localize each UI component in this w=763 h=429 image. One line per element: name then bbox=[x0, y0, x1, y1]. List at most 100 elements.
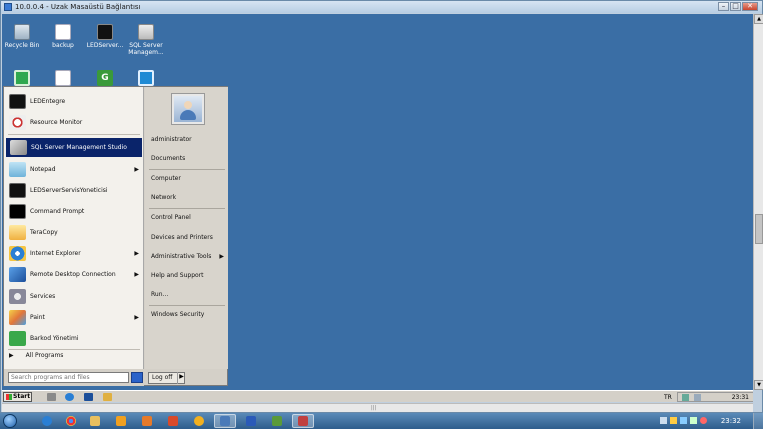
places-item-help-and-support[interactable]: Help and Support bbox=[151, 270, 225, 282]
places-item-windows-security[interactable]: Windows Security bbox=[151, 309, 225, 321]
speaker-muted-icon[interactable] bbox=[700, 417, 707, 424]
places-item-documents[interactable]: Documents bbox=[151, 153, 225, 165]
program-label: Barkod Yönetimi bbox=[30, 335, 79, 342]
program-item-services[interactable]: Services bbox=[6, 287, 142, 306]
program-label: Resource Monitor bbox=[30, 119, 83, 126]
desktop-icon-ledserver[interactable]: LEDServer... bbox=[85, 24, 125, 49]
program-item-command-prompt[interactable]: Command Prompt bbox=[6, 202, 142, 221]
places-item-devices-and-printers[interactable]: Devices and Printers bbox=[151, 232, 225, 244]
taskbar-explorer[interactable] bbox=[84, 414, 106, 428]
user-body-icon bbox=[180, 110, 196, 120]
tray-arrow-icon[interactable] bbox=[660, 417, 667, 424]
teamviewer-icon bbox=[138, 70, 154, 86]
local-taskbar: 23:32 bbox=[0, 413, 763, 429]
program-item-resource-monitor[interactable]: Resource Monitor bbox=[6, 113, 142, 132]
taskbar-security[interactable] bbox=[162, 414, 184, 428]
user-head-icon bbox=[184, 101, 192, 109]
horizontal-scrollbar[interactable]: ||| bbox=[2, 403, 753, 412]
teracopy-icon bbox=[9, 225, 26, 240]
minimize-button[interactable]: – bbox=[718, 2, 729, 11]
program-item-paint[interactable]: Paint ▶ bbox=[6, 308, 142, 327]
network-icon[interactable] bbox=[680, 417, 687, 424]
taskbar-app-blue[interactable] bbox=[240, 414, 262, 428]
program-item-ledentegre[interactable]: LEDEntegre bbox=[6, 92, 142, 111]
places-item-control-panel[interactable]: Control Panel bbox=[151, 212, 225, 224]
program-label: LEDEntegre bbox=[30, 98, 66, 105]
language-indicator[interactable]: TR bbox=[664, 393, 672, 402]
powershell-icon[interactable] bbox=[84, 393, 93, 401]
desktop-icon-label: backup bbox=[52, 42, 74, 49]
separator bbox=[149, 208, 225, 209]
maximize-button[interactable]: □ bbox=[730, 2, 741, 11]
taskbar-app-yellow[interactable] bbox=[188, 414, 210, 428]
all-programs-button[interactable]: ▶ All Programs bbox=[9, 352, 63, 359]
desktop-icon-sql-server[interactable]: SQL Server Managem... bbox=[126, 24, 166, 56]
places-item-network[interactable]: Network bbox=[151, 192, 225, 204]
places-item-administrative-tools[interactable]: Administrative Tools ▶ bbox=[151, 251, 225, 263]
triangle-right-icon: ▶ bbox=[9, 352, 14, 359]
taskbar-app-window[interactable] bbox=[292, 414, 314, 428]
app-icon bbox=[246, 416, 256, 426]
taskbar-app-orange[interactable] bbox=[136, 414, 158, 428]
remote-desktop-area[interactable]: Recycle Bin backup LEDServer... SQL Serv… bbox=[2, 14, 753, 390]
logoff-options-arrow-icon[interactable]: ▶ bbox=[177, 372, 185, 384]
explorer-icon[interactable] bbox=[103, 393, 112, 401]
desktop-icon-recycle-bin[interactable]: Recycle Bin bbox=[2, 24, 42, 49]
places-item-administrator[interactable]: administrator bbox=[151, 134, 225, 146]
search-input[interactable] bbox=[8, 372, 129, 383]
taskbar-media-player[interactable] bbox=[110, 414, 132, 428]
taskbar-app-green[interactable] bbox=[266, 414, 288, 428]
program-item-teracopy[interactable]: TeraCopy bbox=[6, 223, 142, 242]
close-button[interactable]: ✕ bbox=[742, 2, 758, 11]
scroll-down-icon[interactable]: ▼ bbox=[754, 380, 763, 390]
speaker-icon[interactable] bbox=[694, 394, 701, 401]
app-icon bbox=[194, 416, 204, 426]
local-clock[interactable]: 23:32 bbox=[721, 413, 741, 429]
server-manager-icon[interactable] bbox=[47, 393, 56, 401]
g-app-icon: G bbox=[97, 70, 113, 86]
program-item-sql-server-management-studio[interactable]: SQL Server Management Studio bbox=[6, 138, 142, 157]
taskbar-chrome[interactable] bbox=[60, 414, 82, 428]
start-menu-programs: LEDEntegre Resource Monitor SQL Server M… bbox=[4, 87, 144, 369]
places-label: Run... bbox=[151, 291, 169, 298]
app-icon bbox=[272, 416, 282, 426]
taskbar-internet-explorer[interactable] bbox=[36, 414, 58, 428]
places-label: Administrative Tools bbox=[151, 253, 212, 260]
network-icon[interactable] bbox=[682, 394, 689, 401]
program-item-ledserverservisyoneticisi[interactable]: LEDServerServisYoneticisi bbox=[6, 181, 142, 200]
windows-start-orb-icon[interactable] bbox=[3, 414, 17, 428]
scroll-grip-icon[interactable]: ||| bbox=[371, 406, 376, 411]
internet-explorer-icon[interactable] bbox=[65, 393, 74, 401]
program-label: Internet Explorer bbox=[30, 250, 81, 257]
submenu-arrow-icon: ▶ bbox=[134, 250, 139, 257]
vertical-scrollbar[interactable]: ▲ ▼ bbox=[753, 14, 763, 390]
program-item-internet-explorer[interactable]: Internet Explorer ▶ bbox=[6, 244, 142, 263]
start-menu-places: administrator Documents Computer Network… bbox=[145, 87, 228, 369]
program-item-barkod-yonetimi[interactable]: Barkod Yönetimi bbox=[6, 329, 142, 348]
places-label: administrator bbox=[151, 136, 192, 143]
program-item-remote-desktop-connection[interactable]: Remote Desktop Connection ▶ bbox=[6, 265, 142, 284]
separator bbox=[8, 349, 140, 350]
show-desktop-button[interactable] bbox=[753, 413, 763, 429]
taskbar-remote-desktop[interactable] bbox=[214, 414, 236, 428]
desktop-icon-backup[interactable]: backup bbox=[43, 24, 83, 49]
signal-icon[interactable] bbox=[690, 417, 697, 424]
sql-server-icon bbox=[138, 24, 154, 40]
scroll-up-icon[interactable]: ▲ bbox=[754, 14, 763, 24]
logoff-label: Log off bbox=[152, 374, 173, 381]
user-avatar[interactable] bbox=[171, 93, 205, 125]
program-item-notepad[interactable]: Notepad ▶ bbox=[6, 160, 142, 179]
search-icon[interactable] bbox=[131, 372, 143, 383]
start-button[interactable]: Start bbox=[3, 392, 32, 402]
places-item-run[interactable]: Run... bbox=[151, 289, 225, 301]
window-titlebar[interactable]: 10.0.0.4 - Uzak Masaüstü Bağlantısı – □ … bbox=[1, 1, 762, 13]
places-item-computer[interactable]: Computer bbox=[151, 173, 225, 185]
paint-icon bbox=[9, 310, 26, 325]
document-icon bbox=[55, 24, 71, 40]
app-icon bbox=[142, 416, 152, 426]
command-prompt-icon bbox=[9, 204, 26, 219]
scrollbar-thumb[interactable] bbox=[755, 214, 763, 244]
remote-clock[interactable]: 23:31 bbox=[732, 393, 749, 402]
remote-desktop-window: 10.0.0.4 - Uzak Masaüstü Bağlantısı – □ … bbox=[0, 0, 763, 413]
flag-icon[interactable] bbox=[670, 417, 677, 424]
